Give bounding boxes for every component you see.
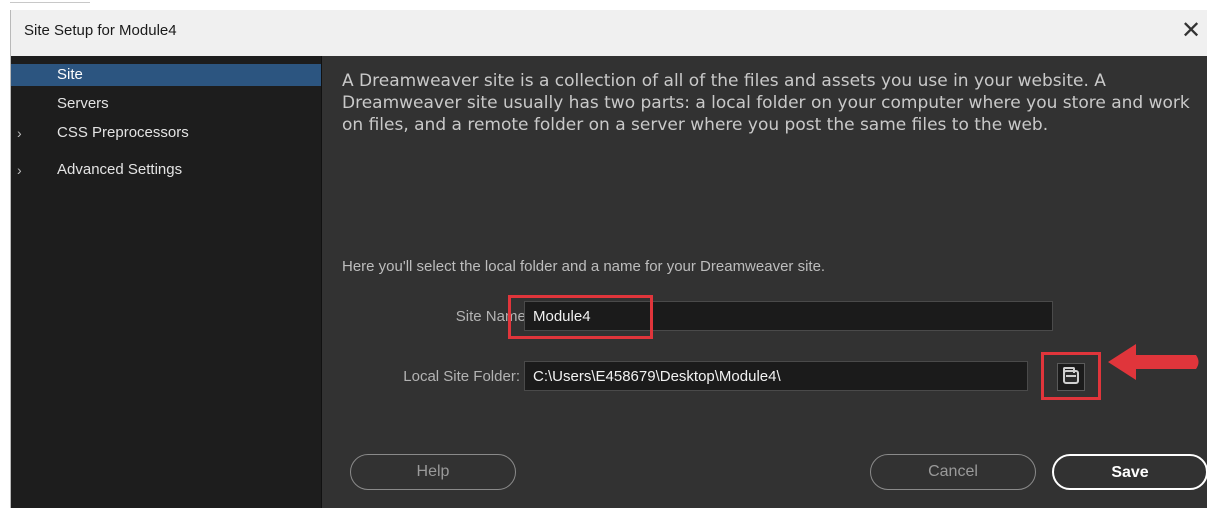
helper-text: Here you'll select the local folder and …	[342, 258, 826, 275]
sidebar-item-css-preprocessors[interactable]: › CSS Preprocessors	[11, 122, 321, 144]
background-edge	[10, 0, 90, 3]
category-sidebar: Site Servers › CSS Preprocessors › Advan…	[11, 56, 321, 508]
site-setup-dialog: Site Setup for Module4 ✕ Site Servers › …	[10, 10, 1207, 508]
sidebar-item-site[interactable]: Site	[11, 64, 321, 86]
local-folder-label: Local Site Folder:	[403, 368, 520, 385]
sidebar-item-label: CSS Preprocessors	[57, 124, 189, 141]
sidebar-item-label: Advanced Settings	[57, 161, 183, 178]
close-icon[interactable]: ✕	[1177, 16, 1205, 44]
screenshot-stage: Site Setup for Module4 ✕ Site Servers › …	[0, 0, 1207, 508]
annotation-arrow	[1108, 344, 1199, 380]
cancel-button[interactable]: Cancel	[870, 454, 1036, 490]
sidebar-item-label: Site	[57, 66, 83, 83]
sidebar-item-label: Servers	[57, 95, 109, 112]
site-name-label: Site Name:	[455, 308, 530, 325]
help-button[interactable]: Help	[350, 454, 516, 490]
site-description: A Dreamweaver site is a collection of al…	[342, 71, 1190, 135]
title-bar: Site Setup for Module4 ✕	[11, 10, 1207, 56]
dialog-title: Site Setup for Module4	[24, 22, 177, 39]
chevron-right-icon[interactable]: ›	[17, 159, 29, 181]
sidebar-item-servers[interactable]: Servers	[11, 93, 321, 115]
browse-folder-button[interactable]	[1057, 363, 1085, 391]
site-name-input[interactable]	[524, 301, 1053, 331]
sidebar-item-advanced-settings[interactable]: › Advanced Settings	[11, 159, 321, 181]
site-settings-panel: A Dreamweaver site is a collection of al…	[322, 56, 1207, 508]
chevron-right-icon[interactable]: ›	[17, 122, 29, 144]
local-folder-input[interactable]	[524, 361, 1028, 391]
save-button[interactable]: Save	[1052, 454, 1207, 490]
background-sliver	[0, 0, 1207, 10]
folder-icon	[1063, 367, 1079, 384]
